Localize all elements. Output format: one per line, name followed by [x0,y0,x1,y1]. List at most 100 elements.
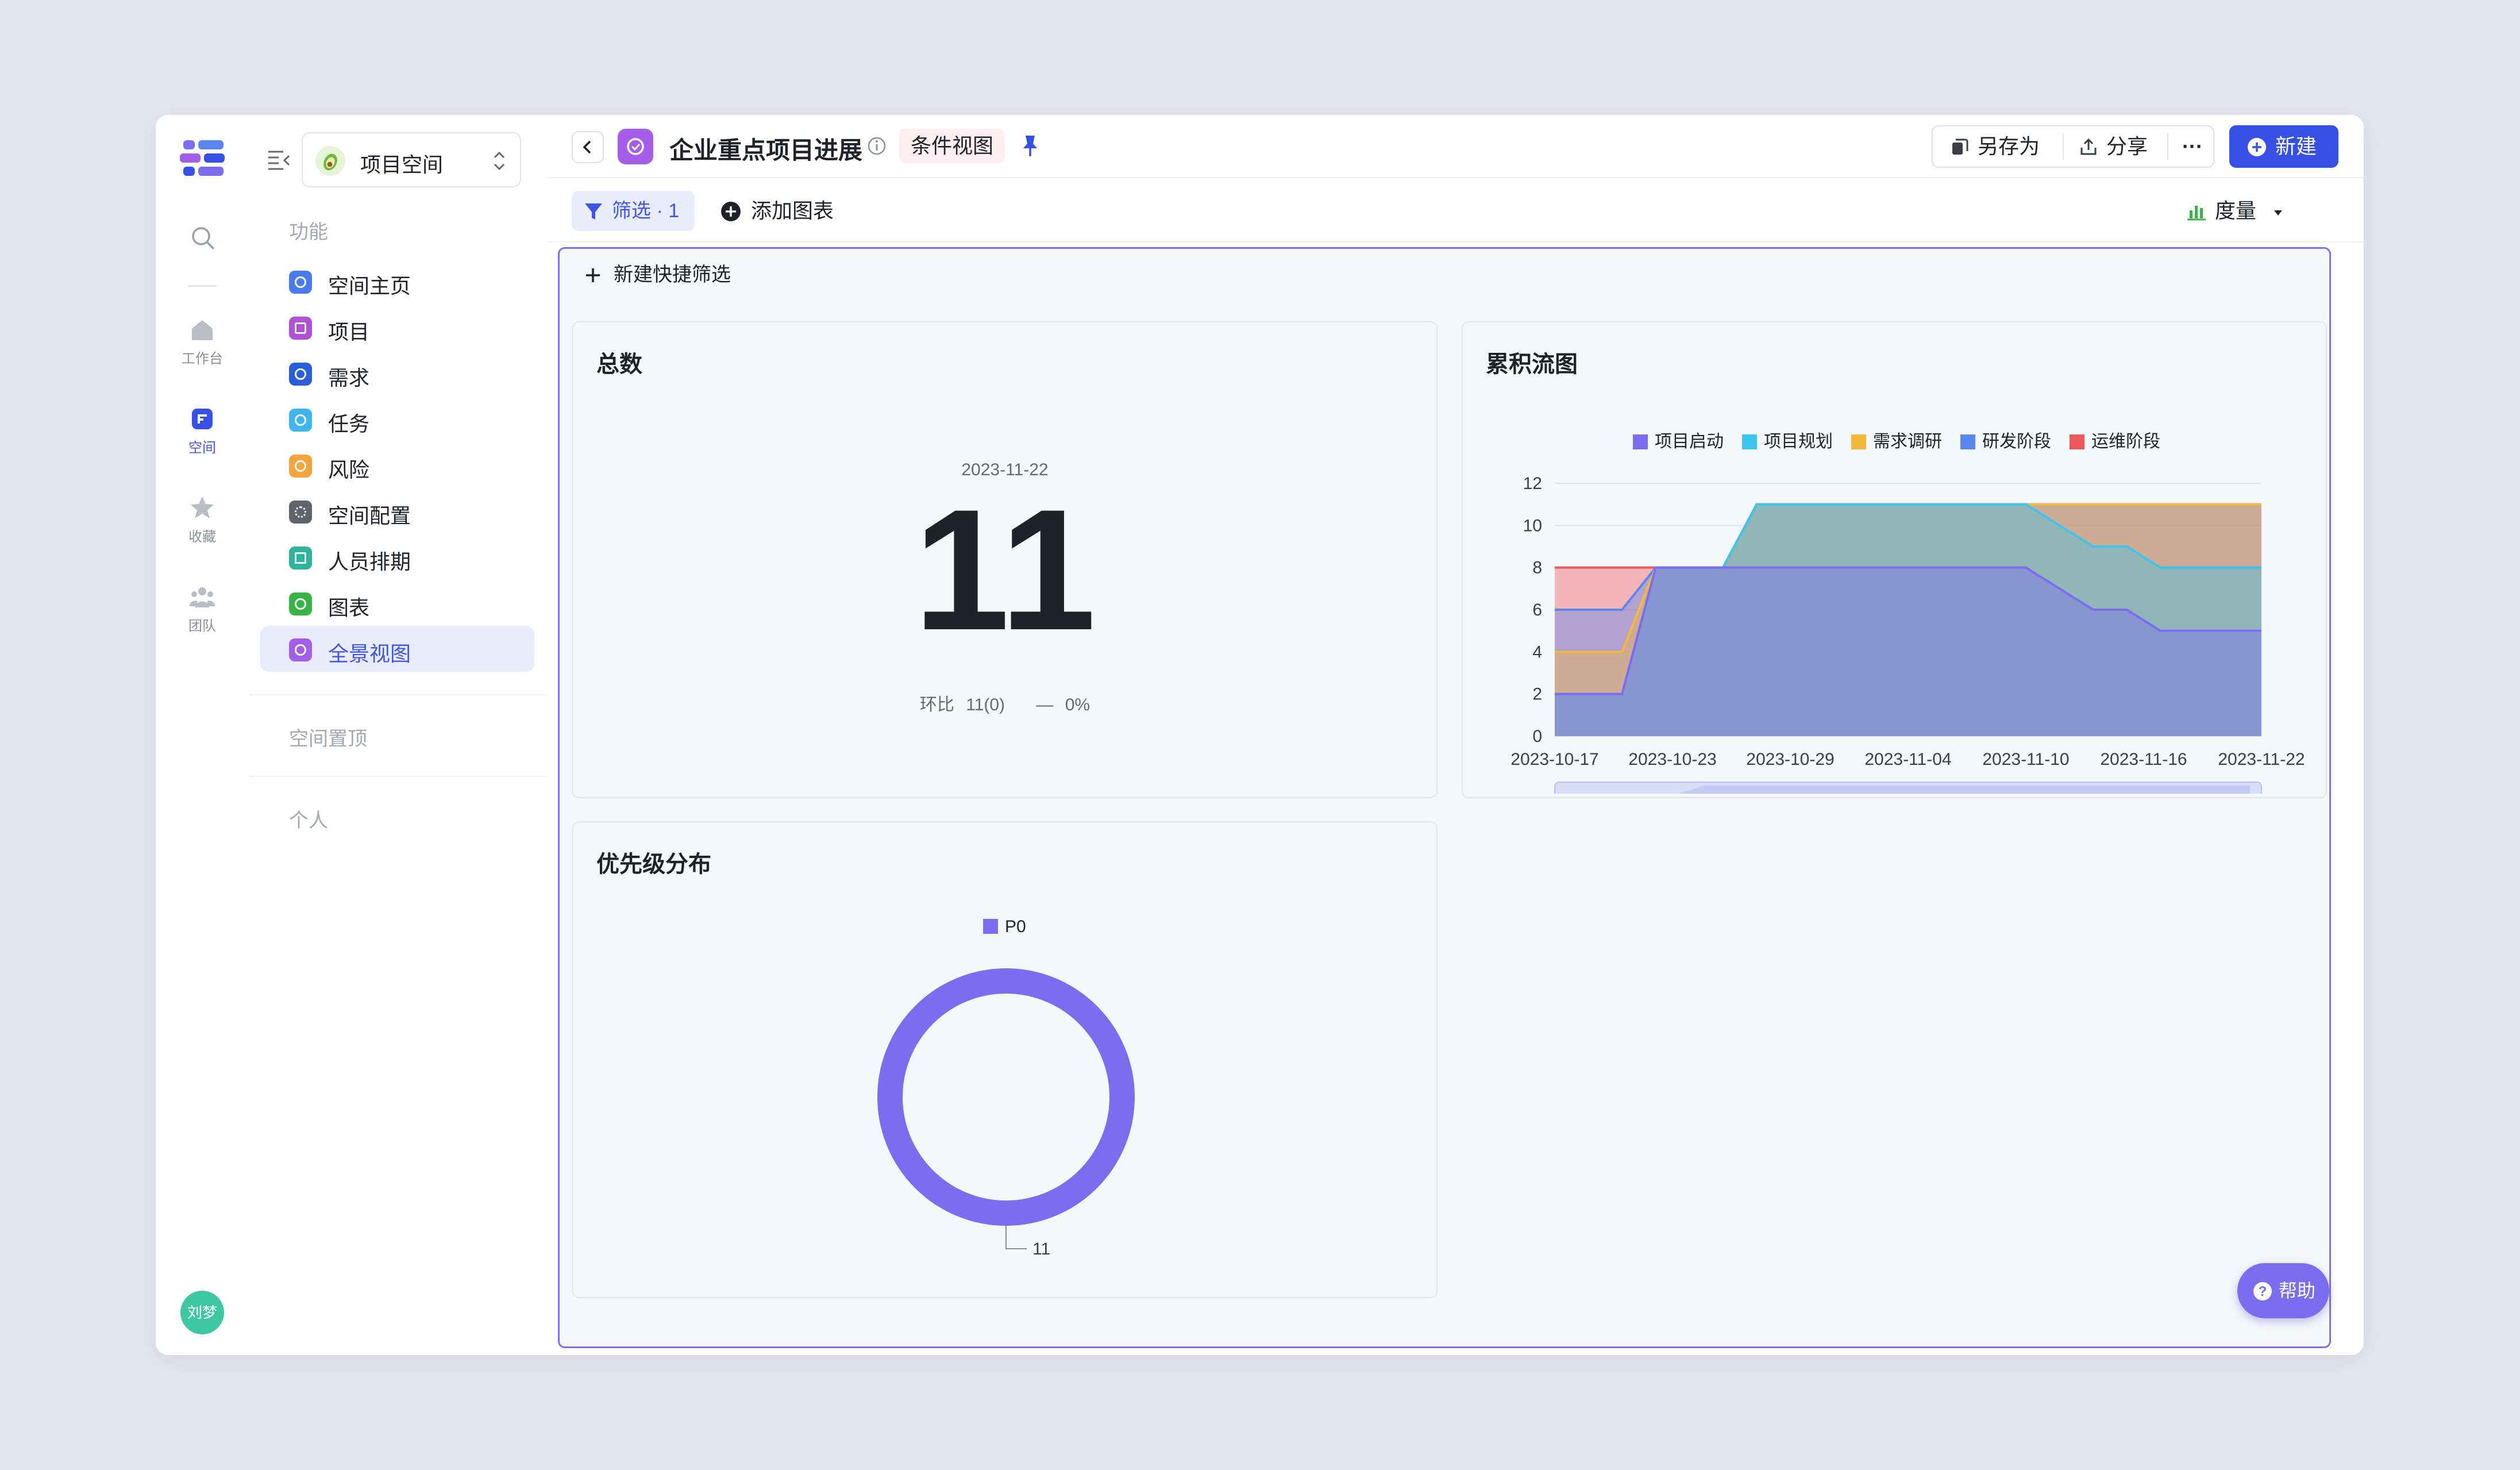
section-title-personal[interactable]: 个人 [289,805,328,833]
share-label: 分享 [2106,134,2148,158]
filter-label: 筛选 · 1 [612,200,680,222]
total-count-card[interactable]: 总数 2023-11-22 11 环比 11(0) — 0% [572,321,1438,798]
chevron-up-down-icon [494,151,505,171]
help-label: 帮助 [2279,1280,2316,1301]
section-title-function: 功能 [289,221,328,243]
requirement-icon [289,363,312,386]
cumulative-flow-card[interactable]: 累积流图 项目启动 项目规划 需求调研 研发阶段 运维阶段 0 2 4 6 8 10 12 2023-1… [1462,321,2327,798]
main-area: 企业重点项目进展 条件视图 另存为 分享 ··· 新建 筛选 · 1 添加图表 … [548,115,2364,1355]
topbar: 企业重点项目进展 条件视图 另存为 分享 ··· 新建 [548,115,2364,178]
y-tick-label: 2 [1532,685,1542,704]
page-title: 企业重点项目进展 [669,137,863,164]
rail-item-team[interactable]: 团队 [156,583,249,634]
new-button[interactable]: 新建 [2229,125,2338,168]
sidebar: 项目空间 功能 空间主页 项目 需求 任务 风险 空间配置 人员排期 图表 全景… [249,115,549,1355]
x-tick-label: 2023-11-04 [1864,750,1951,769]
plus-circle-icon [2248,138,2266,156]
schedule-icon [289,547,312,569]
plus-icon [586,268,600,282]
metric-value: 11 [914,473,1096,666]
share-button[interactable]: 分享 [2079,126,2148,167]
sidebar-item-charts[interactable]: 图表 [260,580,534,626]
label-leader-line [1005,1226,1027,1249]
sidebar-item-requirement[interactable]: 需求 [260,350,534,396]
sidebar-item-project[interactable]: 项目 [260,304,534,350]
y-tick-label: 6 [1532,601,1542,619]
sidebar-item-staff-schedule[interactable]: 人员排期 [260,534,534,580]
sidebar-item-space-config[interactable]: 空间配置 [260,488,534,534]
question-icon: ? [2253,1282,2272,1300]
search-icon[interactable] [189,224,217,252]
legend-item: 研发阶段 [1960,432,2051,451]
priority-distribution-card[interactable]: 优先级分布 P0 11 [572,821,1438,1298]
action-button-group: 另存为 分享 ··· [1932,125,2214,168]
project-icon [289,317,312,340]
copy-icon [1952,138,1968,155]
space-home-icon [289,271,312,294]
risk-icon [289,455,312,478]
collapse-sidebar-icon[interactable] [266,147,291,172]
back-button[interactable] [572,131,604,163]
rail-item-favorites[interactable]: 收藏 [156,494,249,545]
save-as-label: 另存为 [1978,134,2040,158]
info-icon[interactable] [866,136,887,156]
panorama-view-icon [618,129,653,164]
left-rail: 工作台 空间 收藏 团队 刘梦 [156,115,250,1355]
space-icon [192,409,213,429]
y-tick-label: 0 [1532,727,1542,746]
add-chart-button[interactable]: 添加图表 [720,191,834,231]
rail-item-space[interactable]: 空间 [156,405,249,456]
add-chart-label: 添加图表 [751,199,834,222]
compare-dash-icon: — [1036,695,1054,714]
x-tick-label: 2023-10-29 [1746,750,1834,769]
legend-item: P0 [983,917,1026,936]
view-toolbar: 筛选 · 1 添加图表 度量 [548,177,2364,243]
rail-item-label: 空间 [188,440,216,456]
save-as-button[interactable]: 另存为 [1950,126,2040,167]
filter-button[interactable]: 筛选 · 1 [572,191,695,231]
legend-label: 运维阶段 [2091,432,2160,451]
legend-swatch [1742,434,1757,449]
app-window: 工作台 空间 收藏 团队 刘梦 项目空间 功能 空间主页 项目 需求 任务 风险… [156,115,2364,1355]
y-tick-label: 10 [1523,516,1542,535]
space-selector[interactable]: 项目空间 [302,132,521,187]
measure-dropdown[interactable]: 度量 [2186,191,2285,231]
filter-icon [585,203,602,220]
sidebar-item-space-home[interactable]: 空间主页 [260,258,534,304]
plus-circle-icon [721,202,741,221]
legend-swatch [1960,434,1975,449]
sidebar-item-risk[interactable]: 风险 [260,442,534,488]
app-logo-icon[interactable] [179,138,226,178]
x-tick-label: 2023-11-10 [1982,750,2069,769]
sidebar-item-label: 图表 [328,596,370,619]
bar-chart-icon [2187,206,2206,221]
donut-slice [877,968,1135,1226]
legend-label: 研发阶段 [1982,432,2051,451]
legend-item: 项目规划 [1742,432,1833,451]
cumulative-flow-chart: 项目启动 项目规划 需求调研 研发阶段 运维阶段 0 2 4 6 8 10 12 2023-10-17 2… [1511,432,2305,794]
more-button[interactable]: ··· [2175,126,2210,167]
new-quick-filter-button[interactable]: 新建快捷筛选 [584,260,731,289]
slice-value-label: 11 [1032,1240,1050,1259]
measure-label: 度量 [2215,199,2257,222]
avatar[interactable]: 刘梦 [180,1291,224,1334]
y-tick-label: 12 [1523,474,1542,493]
rail-item-label: 团队 [188,618,216,634]
sidebar-item-label: 需求 [328,366,370,390]
sidebar-item-panorama-view[interactable]: 全景视图 [260,626,534,672]
quick-filter-label: 新建快捷筛选 [614,264,731,286]
sidebar-divider [249,694,548,695]
pin-icon[interactable] [1019,133,1042,159]
section-title-pinned[interactable]: 空间置顶 [289,723,367,751]
legend-item: 需求调研 [1851,432,1942,451]
rail-item-workbench[interactable]: 工作台 [156,316,249,367]
legend-swatch [2070,434,2084,449]
sidebar-item-label: 风险 [328,458,370,482]
legend-item: 运维阶段 [2070,432,2160,451]
help-button[interactable]: ? 帮助 [2237,1263,2329,1318]
caret-down-icon [2274,210,2283,216]
y-tick-label: 4 [1532,642,1542,661]
new-button-label: 新建 [2275,134,2317,158]
sidebar-item-task[interactable]: 任务 [260,396,534,442]
range-slider-preview [1679,786,2250,794]
